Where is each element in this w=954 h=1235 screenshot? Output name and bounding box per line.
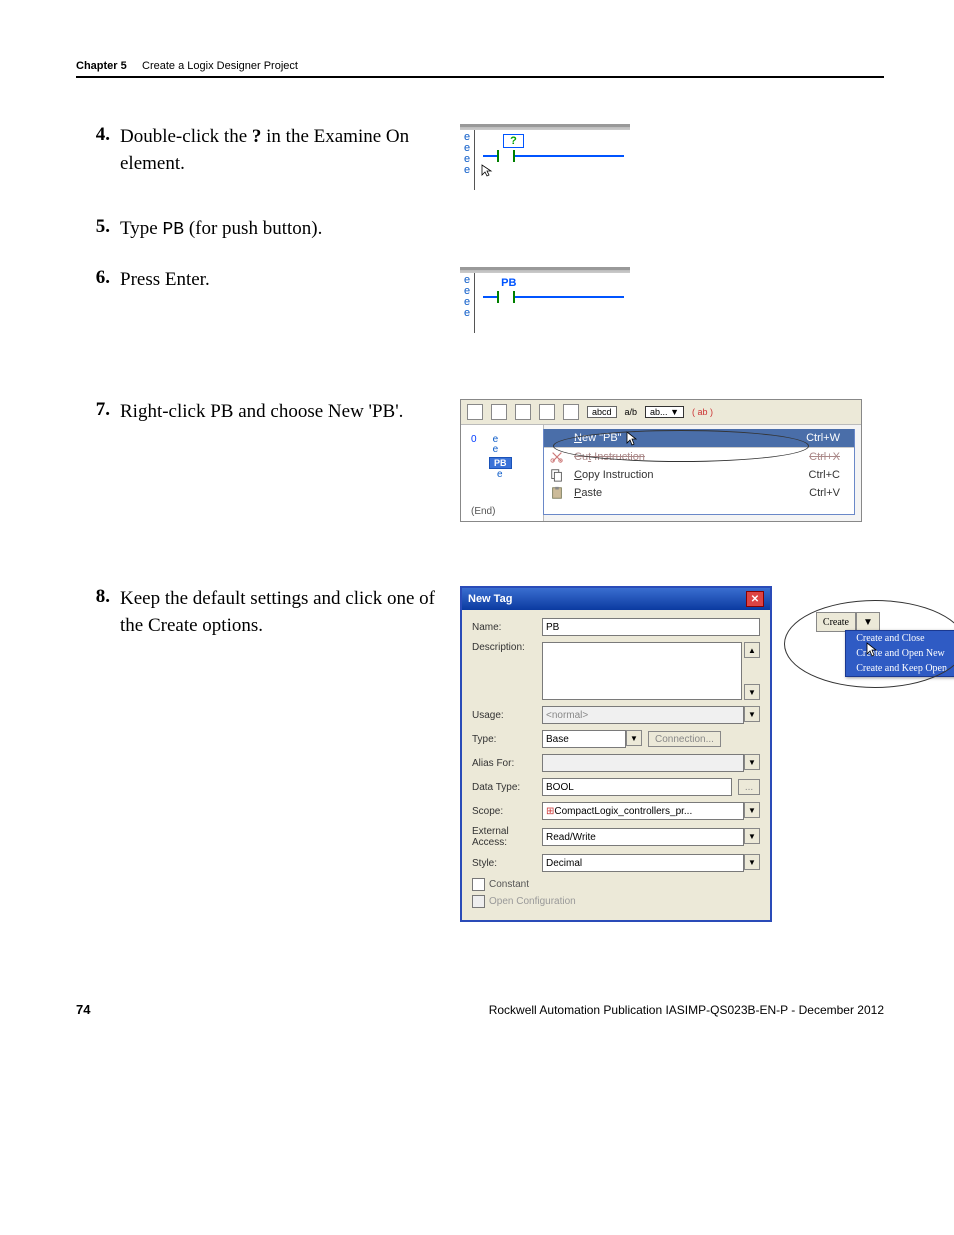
type-select[interactable]: Base bbox=[542, 730, 626, 748]
step-number: 5. bbox=[76, 216, 116, 238]
external-access-select[interactable]: Read/Write bbox=[542, 828, 744, 846]
label-style: Style: bbox=[472, 858, 536, 869]
close-button[interactable]: ✕ bbox=[746, 591, 764, 607]
dropdown-icon[interactable]: ▼ bbox=[626, 730, 642, 746]
datatype-browse-button[interactable]: ... bbox=[738, 779, 760, 795]
context-left-rungs: 0 ee PB e (End) bbox=[461, 425, 544, 521]
toolbar-icon[interactable] bbox=[539, 404, 555, 420]
style-select[interactable]: Decimal bbox=[542, 854, 744, 872]
toolbar-ab-pink[interactable]: ( ab ) bbox=[692, 407, 713, 417]
chapter-title: Create a Logix Designer Project bbox=[142, 60, 298, 72]
qmark-box: ? bbox=[503, 134, 524, 148]
page-number: 74 bbox=[76, 1002, 90, 1017]
page-footer: 74 Rockwell Automation Publication IASIM… bbox=[76, 1002, 884, 1017]
alias-select bbox=[542, 754, 744, 772]
create-split-button[interactable]: Create bbox=[816, 612, 856, 632]
dialog-title-text: New Tag bbox=[468, 593, 512, 605]
cursor-icon bbox=[866, 642, 880, 658]
step-text: Type PB (for push button). bbox=[116, 216, 440, 243]
datatype-input[interactable]: BOOL bbox=[542, 778, 732, 796]
menu-create-and-keep-open[interactable]: Create and Keep Open bbox=[846, 661, 954, 676]
figure-examine-on-question: eeee ? bbox=[460, 124, 630, 192]
menu-create-and-open-new[interactable]: Create and Open New bbox=[846, 646, 954, 661]
toolbar-icon[interactable] bbox=[563, 404, 579, 420]
label-alias: Alias For: bbox=[472, 758, 536, 769]
new-tag-dialog: New Tag ✕ Name: PB Description: bbox=[460, 586, 772, 922]
step-number: 7. bbox=[76, 399, 116, 421]
end-rung-label: (End) bbox=[471, 506, 539, 517]
label-scope: Scope: bbox=[472, 806, 536, 817]
step-number: 4. bbox=[76, 124, 116, 146]
pb-tag-highlight[interactable]: PB bbox=[489, 457, 512, 469]
context-toolbar: abcd a/b ab... ▼ ( ab ) bbox=[461, 400, 861, 425]
toolbar-ab-dropdown[interactable]: ab... ▼ bbox=[645, 406, 684, 418]
page-header: Chapter 5 Create a Logix Designer Projec… bbox=[76, 60, 884, 84]
context-menu: New "PB" Ctrl+W Cut Instruction Ctrl+X bbox=[543, 429, 855, 515]
publication-text: Rockwell Automation Publication IASIMP-Q… bbox=[489, 1003, 884, 1017]
toolbar-abcd-box[interactable]: abcd bbox=[587, 406, 617, 418]
menu-item-copy[interactable]: Copy Instruction Ctrl+C bbox=[544, 466, 854, 484]
dropdown-icon: ▼ bbox=[744, 754, 760, 770]
step-number: 8. bbox=[76, 586, 116, 608]
scissors-icon bbox=[550, 450, 564, 464]
create-dropdown-button[interactable]: ▼ bbox=[856, 612, 880, 632]
step-text: Keep the default settings and click one … bbox=[116, 586, 440, 639]
chapter-label: Chapter 5 bbox=[76, 60, 127, 72]
menu-item-paste[interactable]: Paste Ctrl+V bbox=[544, 484, 854, 502]
toolbar-icon[interactable] bbox=[515, 404, 531, 420]
toolbar-icon[interactable] bbox=[491, 404, 507, 420]
name-input[interactable]: PB bbox=[542, 618, 760, 636]
figure-new-tag-dialog: New Tag ✕ Name: PB Description: bbox=[460, 586, 880, 922]
open-config-checkbox-row: Open Configuration bbox=[472, 895, 760, 908]
cursor-icon bbox=[626, 431, 640, 447]
connection-button: Connection... bbox=[648, 731, 721, 747]
step-number: 6. bbox=[76, 267, 116, 289]
cursor-icon bbox=[481, 164, 495, 178]
scroll-down-icon[interactable]: ▼ bbox=[744, 684, 760, 700]
usage-select: <normal> bbox=[542, 706, 744, 724]
header-rule bbox=[76, 76, 884, 78]
menu-item-cut[interactable]: Cut Instruction Ctrl+X bbox=[544, 448, 854, 466]
checkbox-icon[interactable] bbox=[472, 878, 485, 891]
contact-icon bbox=[497, 291, 515, 303]
dialog-titlebar: New Tag ✕ bbox=[462, 588, 770, 610]
description-textarea[interactable] bbox=[542, 642, 742, 700]
label-datatype: Data Type: bbox=[472, 782, 536, 793]
copy-icon bbox=[550, 468, 564, 482]
dropdown-icon: ▼ bbox=[744, 706, 760, 722]
scope-select[interactable]: ⊞CompactLogix_controllers_pr... bbox=[542, 802, 744, 820]
dropdown-icon[interactable]: ▼ bbox=[744, 828, 760, 844]
label-type: Type: bbox=[472, 734, 536, 745]
step-text: Press Enter. bbox=[116, 267, 440, 294]
figure-examine-on-pb: eeee PB bbox=[460, 267, 630, 335]
step-text: Right-click PB and choose New 'PB'. bbox=[116, 399, 440, 426]
label-description: Description: bbox=[472, 642, 536, 653]
menu-item-new-pb[interactable]: New "PB" Ctrl+W bbox=[544, 429, 854, 447]
dropdown-icon[interactable]: ▼ bbox=[744, 802, 760, 818]
paste-icon bbox=[550, 486, 564, 500]
menu-create-and-close[interactable]: Create and Close bbox=[846, 631, 954, 646]
dropdown-icon[interactable]: ▼ bbox=[744, 854, 760, 870]
figure-context-menu: abcd a/b ab... ▼ ( ab ) 0 ee PB e (End) bbox=[460, 399, 862, 522]
label-usage: Usage: bbox=[472, 710, 536, 721]
toolbar-icon[interactable] bbox=[467, 404, 483, 420]
constant-checkbox-row[interactable]: Constant bbox=[472, 878, 760, 891]
scroll-up-icon[interactable]: ▲ bbox=[744, 642, 760, 658]
label-name: Name: bbox=[472, 622, 536, 633]
checkbox-icon bbox=[472, 895, 485, 908]
create-dropdown-menu: Create and Close Create and Open New Cre… bbox=[845, 630, 954, 677]
label-external: External Access: bbox=[472, 826, 536, 848]
step-text: Double-click the ? in the Examine On ele… bbox=[116, 124, 440, 177]
contact-icon bbox=[497, 150, 515, 162]
pb-label: PB bbox=[501, 277, 624, 289]
